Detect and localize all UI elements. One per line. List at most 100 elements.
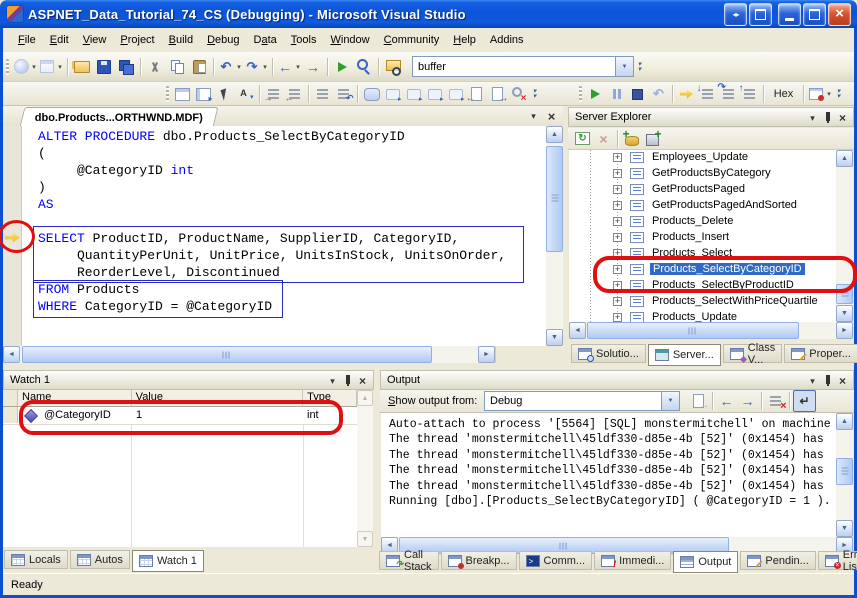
scrollbar-thumb[interactable] [587,322,799,339]
toolbar-overflow-icon[interactable] [529,84,540,104]
find-symbol-button[interactable] [353,56,375,78]
open-file-button[interactable] [71,56,93,78]
stop-refresh-button[interactable] [593,129,614,149]
close-icon[interactable] [355,374,370,388]
navigate-forward-button[interactable] [302,56,324,78]
scroll-up-icon[interactable] [546,126,563,143]
watch-caption[interactable]: Watch 1 [3,370,374,390]
minimize-icon[interactable] [778,3,801,26]
paste-button[interactable] [188,56,210,78]
expand-icon[interactable]: + [613,169,622,178]
splitter[interactable] [495,346,564,363]
server-explorer-tab-class-v-[interactable]: Class V... [723,344,783,363]
step-out-button[interactable] [739,84,760,104]
cut-button[interactable] [144,56,166,78]
output-tab-call-stack[interactable]: Call Stack [379,551,439,570]
output-tab-breakp-[interactable]: Breakp... [441,551,517,570]
clear-all-button[interactable] [765,391,786,411]
page-forward-button[interactable] [487,84,508,104]
callout-right-button[interactable] [403,84,424,104]
menu-community[interactable]: Community [377,31,447,49]
output-tab-immedi-[interactable]: Immedi... [594,551,671,570]
restart-button[interactable] [648,84,669,104]
tree-horizontal-scrollbar[interactable] [569,322,853,339]
toolbar-overflow-icon[interactable] [634,57,645,77]
indent-button[interactable] [263,84,284,104]
previous-message-button[interactable] [716,391,737,411]
scroll-up-icon[interactable] [836,413,853,430]
scroll-down-icon[interactable] [357,531,373,547]
column-header-value[interactable]: Value [132,390,303,406]
window-position-icon[interactable] [805,374,820,388]
goto-source-button[interactable] [688,391,709,411]
window-switch-icon[interactable] [749,3,772,26]
window-position-icon[interactable] [325,374,340,388]
save-all-button[interactable] [115,56,137,78]
expand-icon[interactable]: + [613,297,622,306]
scroll-down-icon[interactable] [546,329,563,346]
undo-checkout-button[interactable] [333,84,354,104]
step-into-button[interactable] [697,84,718,104]
tree-item[interactable]: +Products_Select [569,246,836,262]
server-explorer-tab-solutio-[interactable]: Solutio... [571,344,646,363]
tree-item[interactable]: +Employees_Update [569,150,836,166]
close-icon[interactable] [828,3,851,26]
chevron-down-icon[interactable] [661,392,679,410]
output-source-combo[interactable]: Debug [484,391,680,411]
navigate-back-button[interactable] [276,56,302,78]
toolbar-grip[interactable] [166,86,169,102]
output-tab-error-list[interactable]: Error List [818,551,857,570]
menu-window[interactable]: Window [323,31,376,49]
menu-tools[interactable]: Tools [284,31,324,49]
scroll-up-icon[interactable] [836,150,853,167]
dock-arrows-icon[interactable] [724,3,747,26]
expand-icon[interactable]: + [613,217,622,226]
rounded-rect-button[interactable] [361,84,382,104]
callout-back-button[interactable] [424,84,445,104]
connect-database-button[interactable] [621,129,642,149]
output-caption[interactable]: Output [380,370,854,390]
close-icon[interactable] [835,111,850,125]
watch-tab-autos[interactable]: Autos [70,550,130,569]
find-combo[interactable]: buffer [412,56,634,77]
refresh-button[interactable] [572,129,593,149]
expand-icon[interactable]: + [613,249,622,258]
server-explorer-tree[interactable]: +Employees_Update+GetProductsByCategory+… [569,150,836,322]
watch-grid[interactable]: @CategoryID1int [3,407,357,547]
menu-addins[interactable]: Addins [483,31,531,49]
document-list-icon[interactable] [526,109,541,124]
scroll-up-icon[interactable] [357,390,373,406]
expand-icon[interactable]: + [613,313,622,322]
title-bar[interactable]: ASPNET_Data_Tutorial_74_CS (Debugging) -… [0,0,857,28]
pin-icon[interactable] [820,111,835,125]
tree-item[interactable]: +GetProductsPaged [569,182,836,198]
pause-button[interactable] [606,84,627,104]
column-header-name[interactable]: Name [18,390,132,406]
tree-item[interactable]: +GetProductsByCategory [569,166,836,182]
connect-server-button[interactable] [642,129,663,149]
continue-button[interactable] [585,84,606,104]
editor-vertical-scrollbar[interactable] [546,126,563,346]
expand-icon[interactable]: + [613,153,622,162]
output-tab-pendin-[interactable]: Pendin... [740,551,815,570]
page-back-button[interactable] [466,84,487,104]
scrollbar-thumb[interactable] [836,458,853,485]
tree-item[interactable]: +Products_SelectByCategoryID [569,262,836,278]
change-type-button[interactable] [193,84,214,104]
pin-icon[interactable] [340,374,355,388]
watch-tab-locals[interactable]: Locals [4,550,68,569]
editor-horizontal-scrollbar[interactable] [3,346,495,363]
tree-item[interactable]: +Products_Update [569,310,836,322]
expand-icon[interactable]: + [613,281,622,290]
output-vertical-scrollbar[interactable] [836,413,853,537]
code-content[interactable]: ALTER PROCEDURE dbo.Products_SelectByCat… [38,128,506,315]
maximize-icon[interactable] [803,3,826,26]
show-panes-button[interactable] [172,84,193,104]
new-website-button[interactable] [12,56,38,78]
breakpoints-window-button[interactable] [807,84,833,104]
find-remove-button[interactable] [508,84,529,104]
scroll-right-icon[interactable] [836,322,853,339]
server-explorer-tab-server-[interactable]: Server... [648,344,721,366]
scrollbar-thumb[interactable] [546,146,563,252]
tree-item[interactable]: +Products_Delete [569,214,836,230]
